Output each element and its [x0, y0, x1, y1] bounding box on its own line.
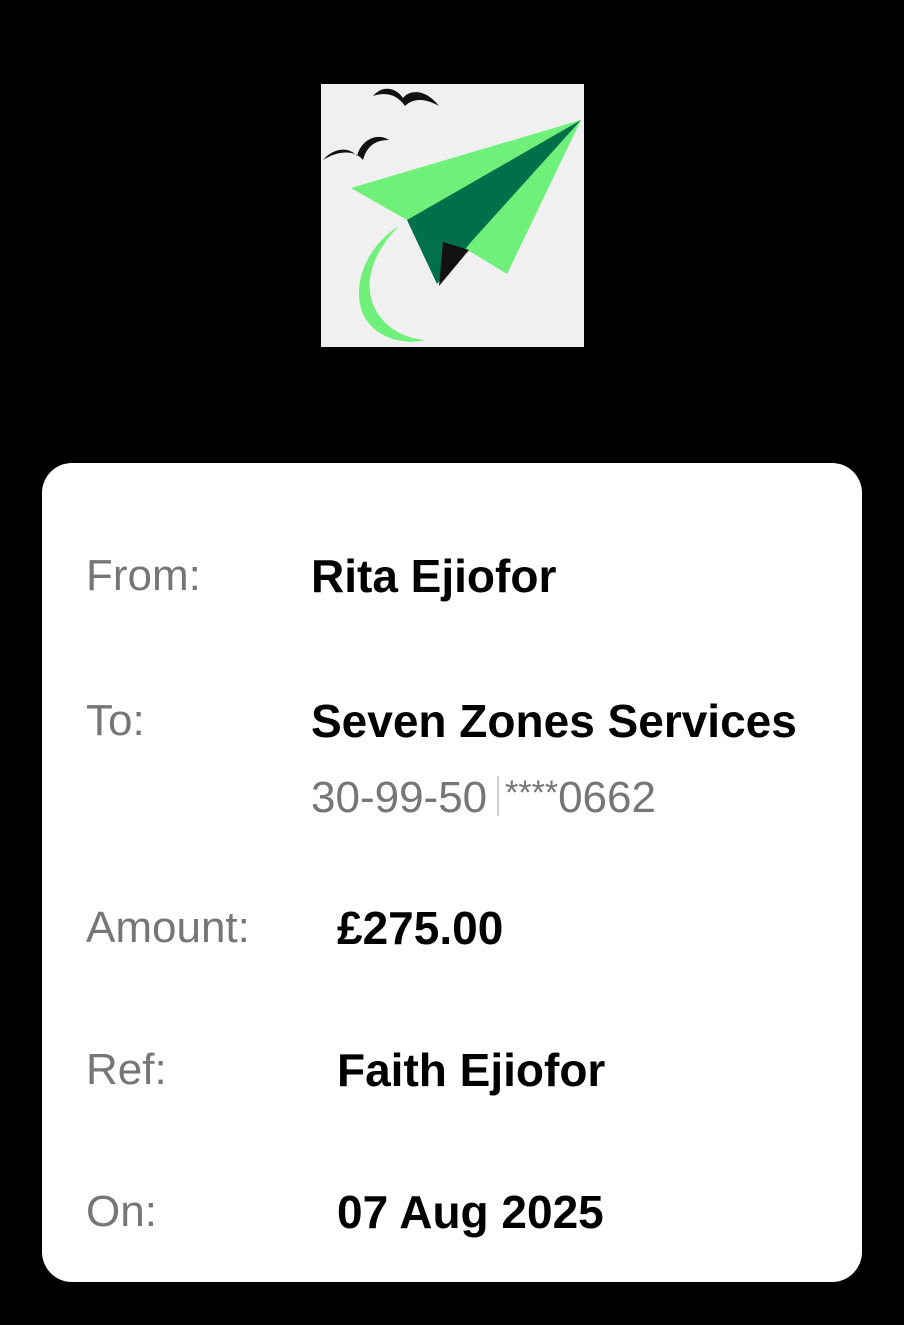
trail-icon	[359, 226, 425, 342]
account-divider	[497, 776, 500, 816]
ref-label: Ref:	[86, 1045, 167, 1094]
date-label: On:	[86, 1187, 157, 1236]
amount-value: £275.00	[337, 902, 504, 954]
account-mask: ****	[505, 774, 559, 812]
to-label: To:	[86, 696, 145, 745]
to-value: Seven Zones Services	[311, 696, 797, 746]
account-details: 30-99-50 ****0662	[311, 768, 656, 823]
bird-icon	[323, 136, 389, 160]
bird-icon	[373, 88, 439, 106]
app-logo	[321, 84, 584, 347]
sort-code: 30-99-50	[311, 773, 488, 822]
from-label: From:	[86, 551, 201, 600]
amount-label: Amount:	[86, 903, 250, 952]
ref-value: Faith Ejiofor	[337, 1044, 606, 1096]
transfer-receipt-card: From: Rita Ejiofor To: Seven Zones Servi…	[42, 463, 862, 1282]
paper-plane-logo-icon	[323, 88, 581, 342]
from-value: Rita Ejiofor	[311, 550, 557, 602]
date-value: 07 Aug 2025	[337, 1186, 604, 1238]
account-suffix: 0662	[558, 773, 656, 822]
